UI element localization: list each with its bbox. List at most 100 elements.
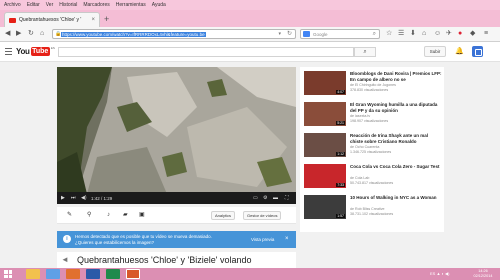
related-title[interactable]: Reacción de Irina Shayk ante un mal chis…: [350, 133, 442, 144]
edit-pencil-icon[interactable]: ✎: [67, 211, 72, 219]
related-title[interactable]: Coca Cola vs Coca Cola Zero - Sugar Test: [350, 164, 442, 170]
next-icon[interactable]: ⏭: [71, 195, 76, 202]
url-dropdown-icon[interactable]: ▾: [278, 30, 281, 38]
related-thumbnail[interactable]: 1:12: [304, 133, 346, 157]
volume-icon[interactable]: ◀): [81, 195, 87, 202]
video-manager-button[interactable]: Gestor de vídeos: [243, 211, 282, 220]
video-title: Quebrantahuesos 'Chloe' y 'Biziele' vola…: [77, 255, 252, 265]
menu-herramientas[interactable]: Herramientas: [116, 2, 146, 8]
related-videos-sidebar: 4:07 Bloomblogs de Dani Rovira | Premios …: [300, 67, 444, 232]
share-icon[interactable]: ✈: [446, 29, 452, 39]
menu-marcadores[interactable]: Marcadores: [83, 2, 109, 8]
tab-close-icon[interactable]: ×: [91, 17, 95, 23]
related-video-item[interactable]: 5:21 El Gran Wyoming humilla a una diputa…: [304, 102, 442, 126]
windows-start-icon[interactable]: [4, 270, 12, 278]
video-frame-cliff: [57, 67, 296, 194]
new-tab-button[interactable]: +: [104, 14, 109, 24]
clock[interactable]: 14:26 02/12/2014: [470, 269, 496, 279]
youtube-search-input[interactable]: [58, 47, 354, 57]
youtube-page: You Tube ES ⌕ Subir 🔔 ▶ ⏭ ◀) 1:42 / 1:29…: [0, 42, 500, 268]
bookmark-star-icon[interactable]: ☆: [386, 29, 392, 39]
screen: Archivo Editar Ver Historial Marcadores …: [0, 0, 500, 280]
related-thumbnail[interactable]: 7:33: [304, 164, 346, 188]
lock-icon: 🔒: [55, 31, 62, 37]
google-engine-icon[interactable]: [303, 31, 310, 37]
excel-icon[interactable]: [106, 269, 120, 279]
theater-mode-icon[interactable]: ▬: [273, 195, 278, 202]
related-video-item[interactable]: 4:07 Bloomblogs de Dani Rovira | Premios …: [304, 71, 442, 95]
notice-close-icon[interactable]: ×: [285, 235, 289, 243]
youtube-favicon-icon: [9, 17, 16, 23]
related-thumbnail[interactable]: 5:21: [304, 102, 346, 126]
audio-note-icon[interactable]: ♪: [107, 211, 110, 219]
related-title[interactable]: 10 Hours of Walking in NYC as a Woman: [350, 195, 442, 201]
url-reload-icon[interactable]: ↻: [287, 30, 292, 38]
windows-taskbar: ES ▲ ◐ ◀) 14:26 02/12/2014: [0, 268, 500, 280]
menu-historial[interactable]: Historial: [59, 2, 77, 8]
guide-menu-icon[interactable]: [5, 48, 12, 55]
forward-arrow-icon[interactable]: ▶: [16, 29, 21, 39]
info-icon: i: [63, 235, 71, 243]
notice-text: Hemos detectado que es posible que tu ví…: [75, 234, 212, 245]
related-duration: 1:57: [336, 214, 345, 218]
youtube-search-button[interactable]: ⌕: [354, 47, 376, 57]
file-explorer-icon[interactable]: [26, 269, 40, 279]
reading-list-icon[interactable]: ☰: [398, 29, 404, 39]
tab-strip: Quebrantahuesos 'Chloe' y ' × +: [0, 10, 500, 27]
related-title[interactable]: Bloomblogs de Dani Rovira | Premios LFP:…: [350, 71, 442, 82]
hamburger-menu-icon[interactable]: ≡: [484, 29, 488, 39]
menu-editar[interactable]: Editar: [27, 2, 40, 8]
extension-icon[interactable]: ◆: [470, 29, 475, 39]
word-icon[interactable]: [86, 269, 100, 279]
home-button-icon[interactable]: ⌂: [422, 29, 426, 39]
related-duration: 7:33: [336, 183, 345, 187]
fullscreen-icon[interactable]: ⛶: [285, 195, 289, 202]
chat-icon[interactable]: ☺: [434, 29, 441, 39]
related-thumbnail[interactable]: 4:07: [304, 71, 346, 95]
reload-icon[interactable]: ↻: [28, 29, 34, 39]
downloads-icon[interactable]: ⬇: [410, 29, 416, 39]
notifications-bell-icon[interactable]: 🔔: [455, 47, 464, 56]
search-bar[interactable]: Google ⌕: [300, 29, 380, 39]
url-bar[interactable]: 🔒 https://www.youtube.com/watch?v=IfRRRR…: [52, 29, 296, 39]
logo-you-text: You: [16, 47, 30, 56]
related-video-item[interactable]: 1:57 10 Hours of Walking in NYC as a Woma…: [304, 195, 442, 219]
annotations-icon[interactable]: ▰: [123, 211, 128, 219]
related-video-item[interactable]: 7:33 Coca Cola vs Coca Cola Zero - Sugar …: [304, 164, 442, 188]
settings-gear-icon[interactable]: ⚙: [263, 195, 267, 202]
system-tray[interactable]: ES ▲ ◐ ◀): [430, 270, 449, 278]
youtube-logo[interactable]: You Tube ES: [16, 46, 55, 57]
play-icon[interactable]: ▶: [61, 195, 65, 202]
related-title[interactable]: El Gran Wyoming humilla a una diputada d…: [350, 102, 442, 113]
menu-archivo[interactable]: Archivo: [4, 2, 21, 8]
video-player[interactable]: ▶ ⏭ ◀) 1:42 / 1:29 ▭ ⚙ ▬ ⛶: [57, 67, 296, 204]
menu-ayuda[interactable]: Ayuda: [152, 2, 166, 8]
related-views: 38.731.102 visualizaciones: [350, 211, 394, 216]
firefox-taskbar-icon[interactable]: [126, 269, 140, 279]
home-icon[interactable]: ⌂: [40, 29, 44, 39]
browser-tab[interactable]: Quebrantahuesos 'Chloe' y ' ×: [4, 12, 100, 27]
youtube-header: You Tube ES ⌕ Subir 🔔: [0, 42, 500, 62]
clock-date: 02/12/2014: [473, 274, 493, 278]
back-arrow-icon[interactable]: ◀: [5, 29, 10, 39]
search-placeholder: Google: [313, 32, 328, 37]
upload-button[interactable]: Subir: [424, 46, 446, 57]
menu-ver[interactable]: Ver: [46, 2, 54, 8]
related-duration: 4:07: [336, 90, 345, 94]
captions-cc-icon[interactable]: ▣: [139, 211, 145, 219]
related-video-item[interactable]: 1:12 Reacción de Irina Shayk ante un mal …: [304, 133, 442, 157]
analytics-button[interactable]: Analytics: [211, 211, 236, 220]
related-thumbnail[interactable]: 1:57: [304, 195, 346, 219]
internet-explorer-icon[interactable]: [46, 269, 60, 279]
addon-icon[interactable]: ●: [458, 29, 462, 39]
related-duration: 1:12: [336, 152, 345, 156]
preview-link[interactable]: Vista previa: [251, 237, 274, 242]
enhance-wand-icon[interactable]: ⚲: [87, 211, 91, 219]
account-avatar[interactable]: [472, 46, 483, 57]
search-magnifier-icon[interactable]: ⌕: [373, 30, 376, 39]
related-views: 378.830 visualizaciones: [350, 87, 389, 92]
captions-icon[interactable]: ▭: [253, 195, 258, 202]
media-player-icon[interactable]: [66, 269, 80, 279]
navigation-bar: ◀ ▶ ↻ ⌂ 🔒 https://www.youtube.com/watch?…: [0, 27, 500, 42]
related-views: 50.743.817 visualizaciones: [350, 180, 394, 185]
